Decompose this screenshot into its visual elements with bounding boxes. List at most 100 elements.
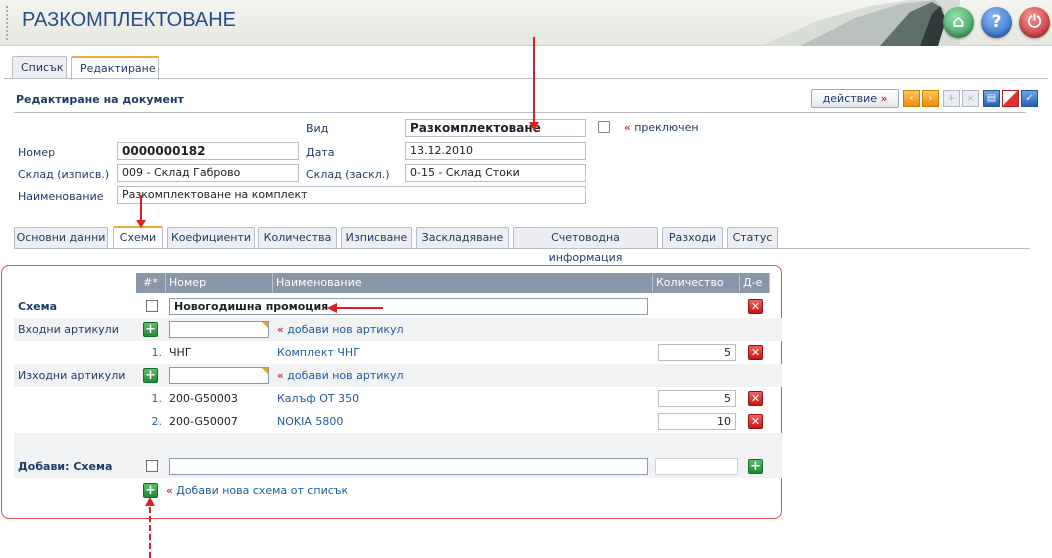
subtab-basic[interactable]: Основни данни [14,227,108,248]
item-qty-field[interactable]: 5 [658,390,736,407]
add-input-article-link[interactable]: « добави нов артикул [277,323,404,336]
add-scheme-checkbox[interactable] [146,460,158,472]
add-scheme-icon[interactable]: + [748,459,763,474]
annotation-arrowhead [327,303,337,313]
annotation-arrow-add [149,507,151,558]
scheme-checkbox[interactable] [146,300,158,312]
item-number: 1. [151,392,163,405]
action-button[interactable]: действие » [811,89,899,108]
warehouse-out-field[interactable]: 009 - Склад Габрово [117,164,299,182]
laquo-icon: « [624,121,631,134]
switched-label: преключен [634,121,699,134]
add-scheme-input[interactable] [169,458,648,475]
warehouse-in-field[interactable]: 0-15 - Склад Стоки [405,164,586,182]
add-from-list-icon[interactable]: + [143,483,158,498]
delete-item-icon[interactable]: ✕ [748,414,763,429]
add-scheme-row: Добави: Схема + [14,455,782,478]
subtab-quantities[interactable]: Количества [258,227,337,248]
delete-scheme-icon[interactable]: ✕ [748,299,763,314]
content-area: Списък Редактиране Редактиране на докуме… [1,53,1048,523]
item-qty-field[interactable]: 5 [658,344,736,361]
laquo-icon: « [166,484,173,497]
cancel-icon[interactable] [1002,90,1019,107]
print-icon[interactable]: ▤ [983,90,1000,107]
scheme-label: Схема [18,300,58,313]
subtab-divider [14,248,1030,249]
subtab-coefficients[interactable]: Коефициенти [167,227,255,248]
number-field[interactable]: 0000000182 [117,142,299,160]
add-output-icon[interactable]: + [143,368,158,383]
input-articles-label: Входни артикули [18,323,119,336]
annotation-arrow-scheme [336,307,383,309]
delete-item-icon[interactable]: ✕ [748,391,763,406]
add-from-list-label: Добави нова схема от списък [176,484,349,497]
laquo-icon: « [277,369,284,382]
app-title: РАЗКОМПЛЕКТОВАНЕ [22,9,237,31]
col-num: #* [136,273,166,293]
item-name-link[interactable]: NOKIA 5800 [277,415,343,428]
scheme-row: Схема Новогодишна промоция ✕ [14,295,782,318]
name-field[interactable]: Разкомплектоване на комплект [117,186,586,204]
subtab-expenses[interactable]: Разходи [662,227,723,248]
home-icon[interactable]: ⌂ [943,7,974,38]
action-arrow: » [880,92,888,105]
item-code: 200-G50007 [169,415,238,428]
output-item-row: 1. 200-G50003 Калъф ОТ 350 5 ✕ [14,387,782,410]
save-check-icon[interactable]: ✓ [1021,90,1038,107]
spacer-row [14,433,782,455]
warehouse-in-label: Склад (заскл.) [306,168,390,181]
document-title: Редактиране на документ [16,93,184,106]
date-field[interactable]: 13.12.2010 [405,142,586,160]
output-article-field[interactable] [169,367,269,384]
item-name-link[interactable]: Комплект ЧНГ [277,346,360,359]
tab-list[interactable]: Списък [12,56,67,78]
action-label: действие [822,92,878,105]
item-code: 200-G50003 [169,392,238,405]
subtab-accounting[interactable]: Счетоводна информация [513,227,658,264]
add-input-icon[interactable]: + [143,322,158,337]
item-name-link[interactable]: Калъф ОТ 350 [277,392,359,405]
type-field[interactable]: Разкомплектоване [405,119,586,137]
help-icon[interactable]: ? [981,7,1012,38]
input-item-row: 1. ЧНГ Комплект ЧНГ 5 ✕ [14,341,782,364]
add-article-label: добави нов артикул [287,323,404,336]
input-articles-row: Входни артикули + « добави нов артикул [14,318,782,341]
subtab-issuing[interactable]: Изписване [341,227,412,248]
next-icon[interactable]: › [922,90,939,107]
header-divider [14,112,1026,113]
remove-icon[interactable]: × [962,90,979,107]
add-icon[interactable]: + [943,90,960,107]
switched-link[interactable]: « преключен [624,121,699,134]
warehouse-out-label: Склад (изписв.) [18,168,110,181]
col-name: Наименование [273,273,653,293]
add-scheme-qty[interactable] [655,458,738,475]
prev-icon[interactable]: ‹ [903,90,920,107]
item-qty-field[interactable]: 10 [658,413,736,430]
delete-item-icon[interactable]: ✕ [748,345,763,360]
subtab-status[interactable]: Статус [727,227,778,248]
add-from-list-row: + « Добави нова схема от списък [14,478,782,501]
item-number: 1. [151,346,163,359]
add-article-label: добави нов артикул [287,369,404,382]
subtab-stocking[interactable]: Заскладяване [416,227,509,248]
add-output-article-link[interactable]: « добави нов артикул [277,369,404,382]
number-label: Номер [18,146,56,159]
col-code: Номер [166,273,273,293]
item-code: ЧНГ [169,346,192,359]
power-icon[interactable]: ⏻ [1019,7,1050,38]
laquo-icon: « [277,323,284,336]
add-from-list-link[interactable]: « Добави нова схема от списък [166,484,348,497]
annotation-arrow-tab [140,195,142,222]
grip-handle [6,6,8,40]
bird-logo [760,0,960,46]
tab-edit[interactable]: Редактиране [71,56,159,80]
input-article-field[interactable] [169,321,269,338]
switched-checkbox[interactable] [598,121,610,133]
header-blank [14,273,136,293]
subtab-schemes[interactable]: Схеми [113,226,163,248]
scheme-name-input[interactable]: Новогодишна промоция [169,298,648,315]
output-articles-row: Изходни артикули + « добави нов артикул [14,364,782,387]
output-articles-label: Изходни артикули [18,369,126,382]
annotation-arrowhead [145,497,155,506]
name-label: Наименование [18,190,104,203]
